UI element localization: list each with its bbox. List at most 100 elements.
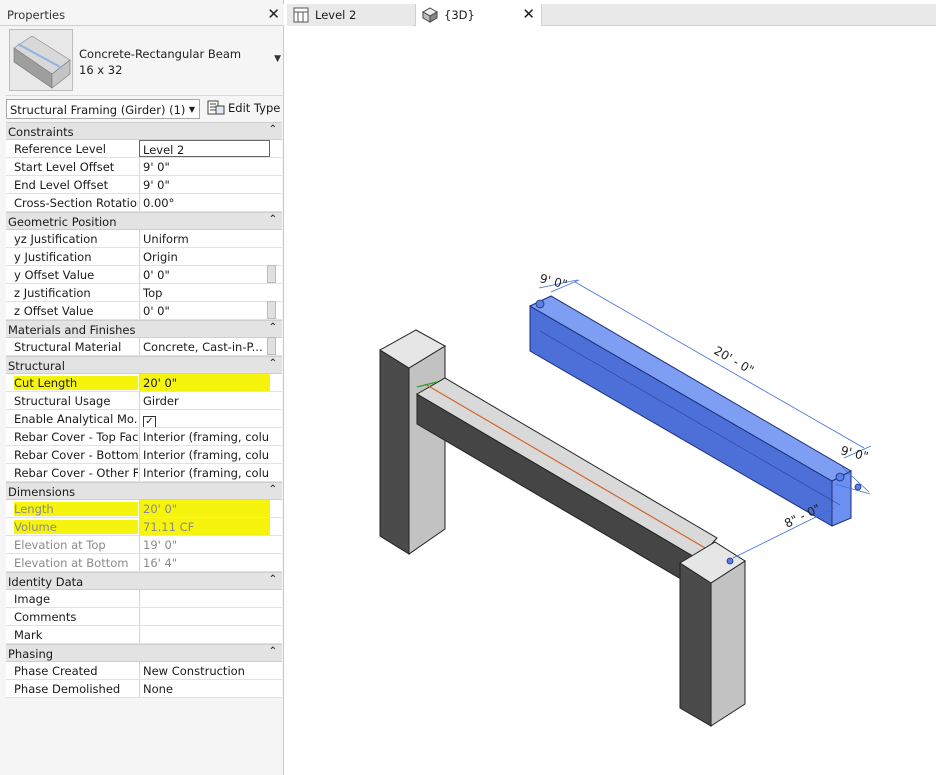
property-value[interactable]: Level 2 — [139, 140, 270, 157]
property-name: yz Justification — [14, 232, 138, 246]
property-value[interactable]: 16' 4" — [139, 554, 270, 571]
property-value[interactable]: Interior (framing, colu... — [139, 428, 270, 445]
property-value-text: Interior (framing, colu... — [143, 448, 270, 462]
category-header[interactable]: Structural⌃ — [6, 356, 282, 374]
property-row[interactable]: Volume71.11 CF — [6, 518, 282, 536]
property-row[interactable]: Rebar Cover - Top FaceInterior (framing,… — [6, 428, 282, 446]
tab-3d[interactable]: {3D} ✕ — [415, 4, 542, 26]
property-row[interactable]: Mark — [6, 626, 282, 644]
property-row[interactable]: Phase CreatedNew Construction — [6, 662, 282, 680]
property-row[interactable]: Structural MaterialConcrete, Cast-in-P..… — [6, 338, 282, 356]
collapse-icon[interactable]: ⌃ — [269, 574, 277, 585]
property-value[interactable]: Interior (framing, colu... — [139, 464, 270, 481]
category-label: Identity Data — [8, 575, 83, 589]
right-column[interactable] — [680, 542, 745, 726]
property-row[interactable]: y JustificationOrigin — [6, 248, 282, 266]
type-selector[interactable]: Concrete-Rectangular Beam 16 x 32 ▼ — [5, 26, 284, 96]
property-value[interactable]: 19' 0" — [139, 536, 270, 553]
property-value[interactable] — [139, 608, 270, 625]
property-value[interactable] — [139, 626, 270, 643]
close-icon[interactable]: ✕ — [522, 5, 535, 23]
properties-grid: Constraints⌃Reference LevelLevel 2Start … — [6, 122, 282, 698]
collapse-icon[interactable]: ⌃ — [269, 124, 277, 135]
property-value[interactable]: 0' 0" — [139, 266, 270, 283]
property-row[interactable]: z Offset Value0' 0" — [6, 302, 282, 320]
property-value[interactable]: Girder — [139, 392, 270, 409]
property-name: End Level Offset — [14, 178, 138, 192]
property-value[interactable]: Concrete, Cast-in-P... — [139, 338, 270, 355]
property-name: Structural Usage — [14, 394, 138, 408]
dimension-length[interactable]: 20' - 0" — [712, 343, 757, 377]
property-row[interactable]: Comments — [6, 608, 282, 626]
property-row[interactable]: Cut Length20' 0" — [6, 374, 282, 392]
property-value-text: Top — [143, 286, 162, 300]
dimension-top-right[interactable]: 9' 0" — [839, 443, 869, 463]
collapse-icon[interactable]: ⌃ — [269, 322, 277, 333]
scrollbar-thumb[interactable] — [267, 265, 276, 283]
property-value-text: 0' 0" — [143, 268, 170, 282]
category-header[interactable]: Identity Data ⌃ — [6, 572, 282, 590]
category-header[interactable]: Materials and Finishes⌃ — [6, 320, 282, 338]
property-value[interactable]: None — [139, 680, 270, 697]
3d-viewport[interactable]: 9' 0" 20' - 0" 9' 0" 8" - 0" — [287, 26, 936, 775]
chevron-down-icon[interactable]: ▼ — [274, 54, 281, 64]
property-row[interactable]: End Level Offset9' 0" — [6, 176, 282, 194]
property-row[interactable]: Image — [6, 590, 282, 608]
property-value[interactable]: ✓ — [139, 410, 270, 427]
enable-analytical-checkbox[interactable]: ✓ — [143, 416, 156, 427]
property-name: Phase Created — [14, 664, 138, 678]
property-name: y Justification — [14, 250, 138, 264]
property-row[interactable]: Enable Analytical Mo...✓ — [6, 410, 282, 428]
chevron-down-icon[interactable]: ▼ — [189, 105, 195, 114]
property-row[interactable]: Reference LevelLevel 2 — [6, 140, 282, 158]
property-row[interactable]: Length20' 0" — [6, 500, 282, 518]
property-value[interactable] — [139, 590, 270, 607]
property-value-text: 20' 0" — [143, 502, 177, 516]
property-value[interactable]: 20' 0" — [139, 374, 270, 391]
close-icon[interactable]: ✕ — [267, 5, 280, 23]
3d-view-icon — [422, 7, 438, 26]
property-row[interactable]: z JustificationTop — [6, 284, 282, 302]
scrollbar-thumb[interactable] — [267, 301, 276, 319]
category-header[interactable]: Geometric Position⌃ — [6, 212, 282, 230]
property-row[interactable]: Elevation at Bottom16' 4" — [6, 554, 282, 572]
category-label: Dimensions — [8, 485, 75, 499]
collapse-icon[interactable]: ⌃ — [269, 646, 277, 657]
property-value[interactable]: Interior (framing, colu... — [139, 446, 270, 463]
property-value-text: 20' 0" — [143, 376, 177, 390]
property-row[interactable]: Rebar Cover - Bottom...Interior (framing… — [6, 446, 282, 464]
property-name: z Offset Value — [14, 304, 138, 318]
property-value[interactable]: 0.00° — [139, 194, 270, 211]
category-label: Phasing — [8, 647, 53, 661]
property-row[interactable]: Rebar Cover - Other F...Interior (framin… — [6, 464, 282, 482]
property-value[interactable]: 20' 0" — [139, 500, 270, 517]
property-row[interactable]: Phase DemolishedNone — [6, 680, 282, 698]
property-value[interactable]: Origin — [139, 248, 270, 265]
collapse-icon[interactable]: ⌃ — [269, 358, 277, 369]
property-value[interactable]: Top — [139, 284, 270, 301]
property-row[interactable]: Structural UsageGirder — [6, 392, 282, 410]
property-row[interactable]: Cross-Section Rotation0.00° — [6, 194, 282, 212]
property-row[interactable]: yz JustificationUniform — [6, 230, 282, 248]
dimension-top-left[interactable]: 9' 0" — [538, 271, 568, 291]
edit-type-button[interactable]: Edit Type — [205, 99, 281, 119]
property-value[interactable]: 9' 0" — [139, 158, 270, 175]
scrollbar-thumb[interactable] — [267, 337, 276, 355]
category-header[interactable]: Constraints⌃ — [6, 122, 282, 140]
category-header[interactable]: Dimensions ⌃ — [6, 482, 282, 500]
tab-level-2[interactable]: Level 2 — [287, 4, 413, 26]
collapse-icon[interactable]: ⌃ — [269, 214, 277, 225]
instance-filter-dropdown[interactable]: Structural Framing (Girder) (1) ▼ — [6, 99, 200, 119]
property-value[interactable]: 71.11 CF — [139, 518, 270, 535]
property-value[interactable]: 9' 0" — [139, 176, 270, 193]
property-value[interactable]: 0' 0" — [139, 302, 270, 319]
collapse-icon[interactable]: ⌃ — [269, 484, 277, 495]
property-row[interactable]: Start Level Offset9' 0" — [6, 158, 282, 176]
property-row[interactable]: y Offset Value0' 0" — [6, 266, 282, 284]
property-row[interactable]: Elevation at Top19' 0" — [6, 536, 282, 554]
tab-label: {3D} — [444, 8, 475, 22]
property-value[interactable]: Uniform — [139, 230, 270, 247]
left-column[interactable] — [380, 330, 445, 554]
category-header[interactable]: Phasing ⌃ — [6, 644, 282, 662]
property-value[interactable]: New Construction — [139, 662, 270, 679]
